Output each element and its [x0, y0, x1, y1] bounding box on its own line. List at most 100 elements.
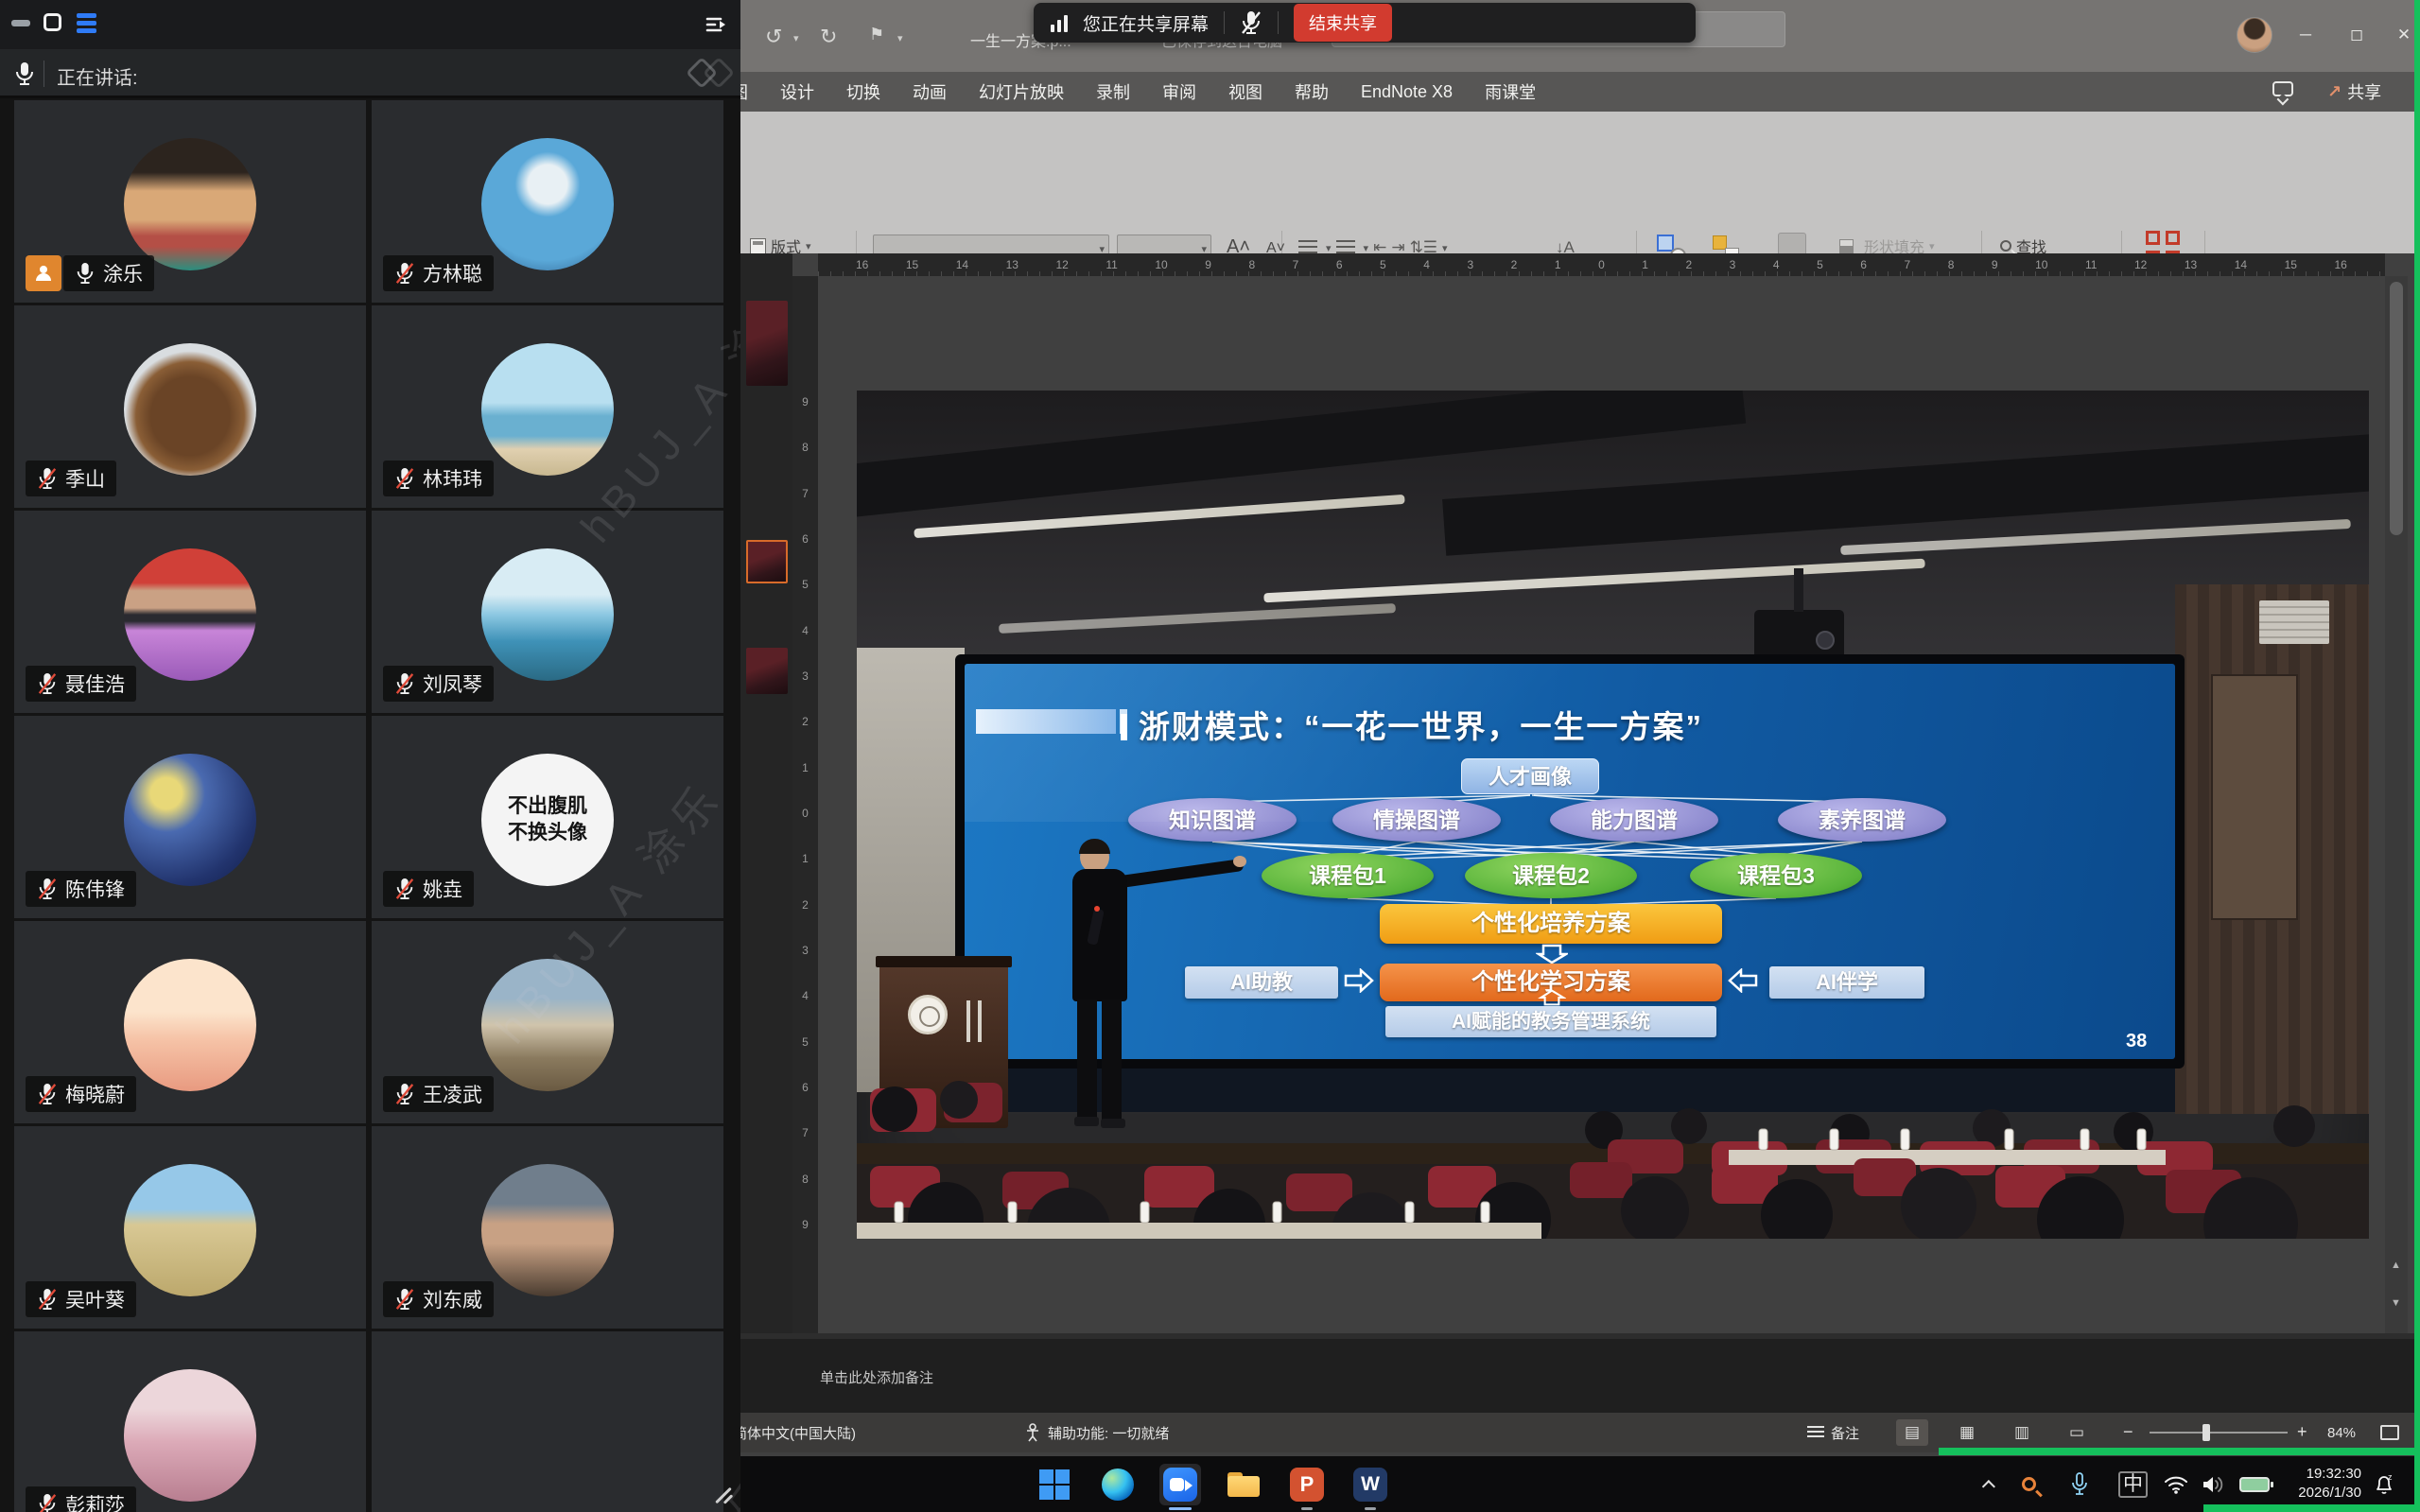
participant-tile[interactable]: 季山 [14, 305, 366, 508]
maximize-button[interactable]: ◻ [2341, 21, 2373, 49]
ribbon-tab[interactable]: 雨课堂 [1485, 79, 1536, 104]
ruler-number: 7 [802, 1126, 809, 1139]
notes-toggle-button[interactable]: 备注 [1807, 1413, 1859, 1452]
notes-pane[interactable]: 单击此处添加备注 [740, 1339, 2420, 1413]
ribbon-tab[interactable]: 视图 [1228, 79, 1262, 104]
tray-hidden-icons-button[interactable] [1986, 1456, 1995, 1512]
start-button[interactable] [1034, 1464, 1075, 1505]
ruler-number: 10 [2035, 258, 2047, 271]
scroll-down-icon[interactable]: ▼ [2391, 1297, 2401, 1309]
participant-tile[interactable]: 聂佳浩 [14, 511, 366, 713]
zoom-slider[interactable] [2150, 1432, 2288, 1434]
comments-icon[interactable] [2272, 81, 2293, 96]
ribbon-tab[interactable]: 设计 [780, 79, 814, 104]
meeting-app-button[interactable] [1159, 1464, 1201, 1505]
scrollbar-thumb[interactable] [2390, 282, 2403, 535]
ribbon-tab[interactable]: 切换 [846, 79, 880, 104]
quickaccess-chevron-icon[interactable]: ▾ [897, 32, 903, 44]
redo-icon[interactable]: ↻ [820, 25, 837, 49]
banner-mic-muted-icon[interactable] [1240, 10, 1262, 35]
zoom-slider-handle[interactable] [2202, 1424, 2210, 1441]
wifi-status[interactable] [2164, 1456, 2188, 1512]
ribbon-tab[interactable]: 审阅 [1162, 79, 1196, 104]
participant-tile[interactable]: 林玮玮 [372, 305, 723, 508]
window-resize-grip[interactable] [711, 1481, 736, 1505]
taskbar-clock[interactable]: 19:32:30 2026/1/30 [2298, 1465, 2361, 1503]
language-status[interactable]: 简体中文(中国大陆) [740, 1413, 856, 1452]
normal-view-button[interactable]: ▤ [1896, 1419, 1928, 1446]
participant-tile[interactable]: 彭莉莎 [14, 1331, 366, 1512]
zoom-level[interactable]: 84% [2327, 1413, 2356, 1452]
participant-avatar [124, 1164, 256, 1296]
orange-search-icon [2022, 1477, 2036, 1491]
ime-indicator[interactable]: 中 [2118, 1456, 2148, 1512]
fit-to-window-button[interactable] [2380, 1413, 2399, 1452]
participant-tile[interactable]: 梅晓蔚 [14, 921, 366, 1123]
participant-tile[interactable]: 陈伟锋 [14, 716, 366, 918]
slide-thumbnail-current[interactable] [746, 540, 788, 583]
tray-search-app[interactable] [2022, 1456, 2036, 1512]
ribbon-tab[interactable]: 帮助 [1295, 79, 1329, 104]
ruler-number: 9 [1205, 258, 1211, 271]
ruler-number: 7 [802, 487, 809, 500]
participant-tile[interactable]: 刘凤琴 [372, 511, 723, 713]
slideshow-view-button[interactable]: ▭ [2061, 1419, 2093, 1446]
ribbon-tab[interactable]: 动画 [913, 79, 947, 104]
minimize-button[interactable]: ─ [2289, 21, 2322, 49]
participant-tile[interactable]: 涂乐 [14, 100, 366, 303]
end-share-button[interactable]: 结束共享 [1294, 4, 1392, 42]
ime-icon: 中 [2118, 1471, 2148, 1498]
tray-mic-app[interactable] [2071, 1456, 2088, 1512]
notes-placeholder[interactable]: 单击此处添加备注 [820, 1367, 933, 1387]
ruler-number: 4 [802, 624, 809, 637]
diagram-node-ai-companion: AI伴学 [1769, 966, 1924, 999]
file-explorer-button[interactable] [1223, 1464, 1264, 1505]
ruler-number: 2 [1685, 258, 1692, 271]
participant-tile[interactable]: 刘东威 [372, 1126, 723, 1329]
participant-avatar [124, 138, 256, 270]
collapse-panel-icon[interactable] [705, 12, 729, 37]
participant-tile[interactable]: 王凌武 [372, 921, 723, 1123]
ribbon-tab[interactable]: 录制 [1096, 79, 1130, 104]
account-avatar[interactable] [2237, 17, 2272, 53]
scroll-up-icon[interactable]: ▲ [2391, 1260, 2401, 1271]
participant-tag: 季山 [26, 461, 116, 496]
undo-chevron-icon[interactable]: ▾ [793, 32, 799, 44]
edge-browser-button[interactable] [1097, 1464, 1139, 1505]
undo-icon[interactable]: ↺ [765, 25, 782, 49]
diagram-node-training: 个性化培养方案 [1380, 904, 1722, 944]
participant-avatar [124, 1369, 256, 1502]
slide-sorter-view-button[interactable]: ▦ [1951, 1419, 1983, 1446]
zoom-out-button[interactable]: − [2123, 1422, 2133, 1442]
participant-name: 彭莉莎 [65, 1490, 125, 1512]
ribbon-tab[interactable]: 图 [740, 79, 748, 104]
ruler-number: 6 [802, 1081, 809, 1094]
ribbon-tab[interactable]: EndNote X8 [1361, 82, 1453, 102]
ruler-number: 16 [2334, 258, 2346, 271]
participant-avatar [481, 138, 614, 270]
zoom-in-button[interactable]: + [2297, 1422, 2307, 1442]
participant-name: 林玮玮 [423, 464, 482, 493]
speaker-icon [2202, 1475, 2224, 1494]
participant-tile[interactable]: 方林聪 [372, 100, 723, 303]
meeting-maximize-button[interactable] [44, 13, 61, 31]
windows-start-icon [1039, 1469, 1070, 1500]
word-app-button[interactable]: W [1349, 1464, 1391, 1505]
participant-tile[interactable]: 吴叶葵 [14, 1126, 366, 1329]
accessibility-status[interactable]: 辅助功能: 一切就绪 [1024, 1413, 1169, 1452]
vertical-scrollbar[interactable]: ▲ ▼ [2385, 276, 2408, 1333]
slideshow-icon[interactable]: ⚑ [869, 25, 884, 44]
reading-view-button[interactable]: ▥ [2006, 1419, 2038, 1446]
slide-thumbnail[interactable] [746, 648, 788, 694]
avatar-text: 不出腹肌 不换头像 [508, 793, 587, 847]
ribbon-tab[interactable]: 幻灯片放映 [979, 79, 1064, 104]
share-button[interactable]: ↗ 共享 [2327, 79, 2381, 104]
down-arrow-icon [1536, 944, 1568, 965]
slide-thumbnail[interactable] [746, 301, 788, 386]
ruler-number: 10 [1155, 258, 1167, 271]
meeting-minimize-button[interactable] [11, 20, 30, 26]
participant-tile[interactable]: 不出腹肌 不换头像 [372, 716, 723, 918]
slide-canvas[interactable]: 浙财模式：“一花一世界，一生一方案” 人才画像 知识图谱情操图谱能力图谱素养图谱… [818, 276, 2385, 1333]
powerpoint-icon: P [1290, 1468, 1324, 1502]
powerpoint-app-button[interactable]: P [1286, 1464, 1328, 1505]
